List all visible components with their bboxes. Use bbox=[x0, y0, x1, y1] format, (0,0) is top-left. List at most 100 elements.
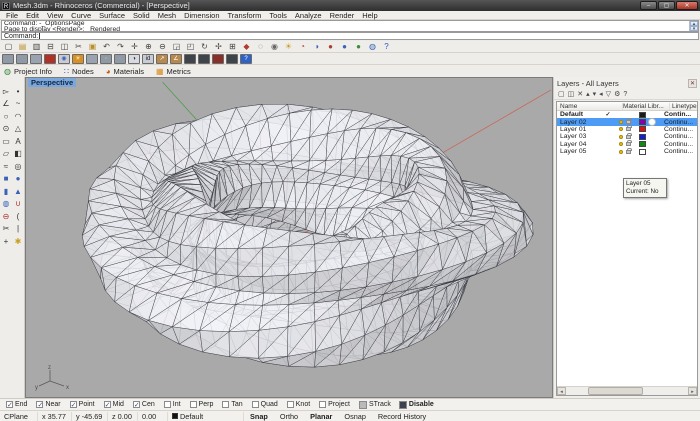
half-disc-icon[interactable]: ◑ bbox=[128, 54, 140, 64]
panel-close-icon[interactable]: ✕ bbox=[688, 79, 697, 88]
checkbox[interactable] bbox=[6, 401, 13, 408]
zoom-in-icon[interactable]: ⊕ bbox=[142, 41, 155, 52]
new-file-icon[interactable]: ▢ bbox=[2, 41, 15, 52]
current-layer-pane[interactable]: Default bbox=[168, 412, 244, 421]
render-icon[interactable]: ◔ bbox=[296, 41, 309, 52]
osnap-checkbox-item[interactable]: End bbox=[6, 401, 27, 408]
sphere-tool-icon[interactable]: ● bbox=[12, 173, 24, 185]
checkbox[interactable] bbox=[252, 401, 259, 408]
layer-linetype[interactable]: Continu... bbox=[658, 119, 697, 126]
dark-thumb-2-icon[interactable] bbox=[198, 54, 210, 64]
layer-row[interactable]: Layer 05 Continu... bbox=[557, 148, 697, 155]
plane-tool-icon[interactable]: ◧ bbox=[12, 148, 24, 160]
scroll-down-icon[interactable]: ▾ bbox=[690, 26, 698, 31]
measure-distance-icon[interactable]: ↗ bbox=[156, 54, 168, 64]
layer-color-swatch[interactable] bbox=[639, 134, 646, 140]
command-history-scrollbar[interactable]: ▴ ▾ bbox=[689, 21, 698, 31]
viewport-shaded-icon[interactable] bbox=[16, 54, 28, 64]
tube-tool-icon[interactable]: ◍ bbox=[0, 198, 12, 210]
menu-item[interactable]: Solid bbox=[129, 11, 154, 20]
move-down-icon[interactable]: ▾ bbox=[593, 90, 597, 99]
curve-tool-icon[interactable]: ~ bbox=[12, 98, 24, 110]
tab-project-info[interactable]: ◍ Project Info bbox=[4, 67, 52, 76]
menu-item[interactable]: Transform bbox=[224, 11, 266, 20]
trim-tool-icon[interactable]: ✂ bbox=[0, 223, 12, 235]
help-blue-icon[interactable]: ? bbox=[240, 54, 252, 64]
layer-visibility-bulb-icon[interactable] bbox=[619, 135, 623, 139]
tab-materials[interactable]: ◕ Materials bbox=[106, 67, 144, 76]
sphere-green-icon[interactable]: ● bbox=[352, 41, 365, 52]
layer-linetype[interactable]: Continu... bbox=[658, 133, 697, 140]
layer-color-swatch[interactable] bbox=[639, 112, 646, 118]
surface-tool-icon[interactable]: ▱ bbox=[0, 148, 12, 160]
collapse-icon[interactable]: ◂ bbox=[599, 90, 603, 99]
column-linetype[interactable]: Linetype bbox=[670, 103, 697, 110]
menu-item[interactable]: Render bbox=[326, 11, 359, 20]
command-history[interactable]: Command: -_OptionsPagePage to display <R… bbox=[1, 20, 699, 32]
checkbox[interactable] bbox=[36, 401, 43, 408]
lightbulb-icon[interactable]: ☀ bbox=[282, 41, 295, 52]
scroll-left-icon[interactable]: ◂ bbox=[557, 387, 566, 395]
command-input[interactable]: Command: bbox=[1, 32, 699, 40]
layer-lock-icon[interactable] bbox=[626, 120, 631, 124]
boolean-union-icon[interactable]: ∪ bbox=[12, 198, 24, 210]
redo-icon[interactable]: ↷ bbox=[114, 41, 127, 52]
help-icon[interactable]: ? bbox=[380, 41, 393, 52]
copy-icon[interactable]: ◫ bbox=[58, 41, 71, 52]
print-icon[interactable]: ⊟ bbox=[44, 41, 57, 52]
layer-list-hscrollbar[interactable]: ◂ ▸ bbox=[557, 386, 697, 395]
layer-row[interactable]: Layer 04 Continu... bbox=[557, 141, 697, 148]
status-toggle[interactable]: Ortho bbox=[274, 412, 304, 421]
osnap-checkbox-item[interactable]: Project bbox=[319, 401, 350, 408]
delete-layer-icon[interactable]: ✕ bbox=[577, 90, 583, 99]
cut-icon[interactable]: ✂ bbox=[72, 41, 85, 52]
layer-linetype[interactable]: Continu... bbox=[658, 126, 697, 133]
osnap-checkbox-item[interactable]: Knot bbox=[287, 401, 310, 408]
menu-item[interactable]: Dimension bbox=[180, 11, 223, 20]
render-current-icon[interactable] bbox=[44, 54, 56, 64]
dark-thumb-4-icon[interactable] bbox=[226, 54, 238, 64]
rotate-view-icon[interactable]: ↻ bbox=[198, 41, 211, 52]
menu-item[interactable]: Curve bbox=[67, 11, 95, 20]
lock-object-icon[interactable]: ◉ bbox=[268, 41, 281, 52]
new-layer-icon[interactable]: ▢ bbox=[558, 90, 565, 99]
object-id-icon[interactable]: id bbox=[142, 54, 154, 64]
osnap-checkbox-item[interactable]: Perp bbox=[190, 401, 214, 408]
duplicate-layer-icon[interactable]: ◫ bbox=[568, 90, 575, 99]
status-toggle[interactable]: Snap bbox=[244, 412, 274, 421]
polygon-tool-icon[interactable]: △ bbox=[12, 123, 24, 135]
close-button[interactable]: ✕ bbox=[676, 1, 698, 10]
osnap-checkbox-item[interactable]: Point bbox=[70, 401, 95, 408]
viewport-ghosted-icon[interactable] bbox=[30, 54, 42, 64]
menu-item[interactable]: Tools bbox=[265, 11, 291, 20]
viewport-title[interactable]: Perspective bbox=[28, 78, 76, 87]
move-icon[interactable]: ✛ bbox=[128, 41, 141, 52]
layer-linetype[interactable]: Contin... bbox=[658, 111, 697, 118]
checkbox[interactable] bbox=[104, 401, 111, 408]
sphere-red-icon[interactable]: ● bbox=[324, 41, 337, 52]
viewport-layout-icon[interactable]: ⊞ bbox=[226, 41, 239, 52]
save-icon[interactable]: ▥ bbox=[30, 41, 43, 52]
checkbox[interactable] bbox=[164, 401, 171, 408]
layer-row[interactable]: Layer 01 Continu... bbox=[557, 126, 697, 133]
smarttrack-button[interactable]: STrack bbox=[359, 401, 391, 409]
layer-color-swatch[interactable] bbox=[639, 141, 646, 147]
checkbox[interactable] bbox=[319, 401, 326, 408]
layer-tools-icon[interactable]: ⚙ bbox=[614, 90, 620, 99]
sphere-blue-icon[interactable]: ● bbox=[338, 41, 351, 52]
texture-palette-icon[interactable]: ◦ bbox=[100, 54, 112, 64]
perspective-viewport[interactable]: Perspective z x y bbox=[25, 77, 553, 398]
measure-angle-icon[interactable]: ∠ bbox=[170, 54, 182, 64]
select-tool-icon[interactable]: ▻ bbox=[0, 85, 12, 97]
zoom-extents-icon[interactable]: ◰ bbox=[184, 41, 197, 52]
cplane-button[interactable]: CPlane bbox=[0, 412, 38, 421]
minimize-button[interactable]: – bbox=[640, 1, 657, 10]
layer-visibility-bulb-icon[interactable] bbox=[619, 127, 623, 131]
viewport-canvas[interactable] bbox=[26, 78, 552, 397]
polyline-tool-icon[interactable]: ∠ bbox=[0, 98, 12, 110]
layer-linetype[interactable]: Continu... bbox=[658, 148, 697, 155]
osnap-checkbox-item[interactable]: Cen bbox=[133, 401, 155, 408]
revolve-tool-icon[interactable]: ◎ bbox=[12, 160, 24, 172]
filter-icon[interactable]: ▽ bbox=[606, 90, 611, 99]
scroll-thumb[interactable] bbox=[588, 387, 643, 395]
